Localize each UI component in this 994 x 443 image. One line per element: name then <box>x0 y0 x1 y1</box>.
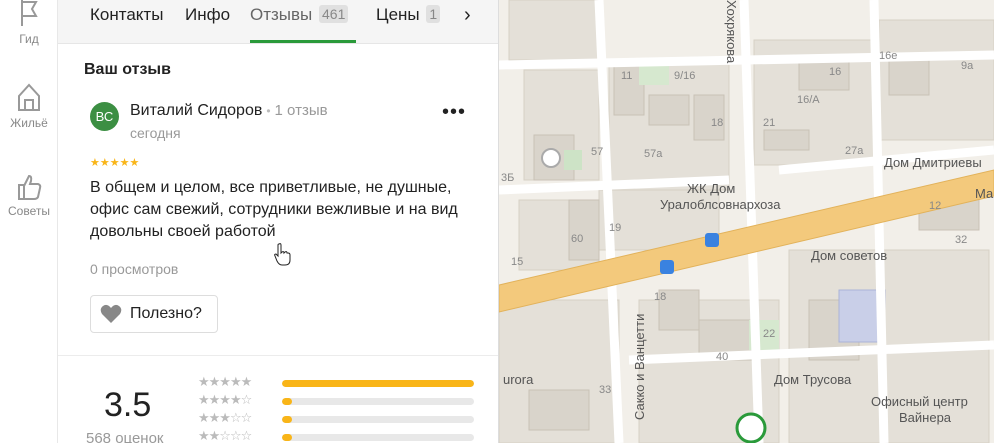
house-number: 16 <box>829 66 842 78</box>
separator-dot: • <box>266 104 271 118</box>
map-label-building: urora <box>503 372 534 387</box>
bank-icon <box>735 412 767 443</box>
distribution-stars: ★★★★☆ <box>198 392 252 407</box>
house-number: 57a <box>644 148 663 160</box>
house-number: 18 <box>654 291 667 303</box>
house-number: 11 <box>621 70 633 82</box>
useful-button[interactable]: Полезно? <box>90 295 218 333</box>
house-number: 60 <box>571 233 584 245</box>
views-count: 0 просмотров <box>90 261 179 277</box>
tab-prices[interactable]: Цены 1 <box>376 5 441 25</box>
house-number: 40 <box>716 351 729 363</box>
house-number: 32 <box>955 234 968 246</box>
tab-info[interactable]: Инфо <box>185 5 230 25</box>
house-number: 19 <box>609 222 622 234</box>
map-label-street: Сакко и Ванцетти <box>632 313 647 420</box>
map-label-building: Дом Дмитриевы <box>884 155 982 170</box>
tab-prices-label: Цены <box>376 5 420 24</box>
avatar[interactable]: ВС <box>90 102 119 131</box>
distribution-stars: ★★☆☆☆ <box>198 428 252 443</box>
more-options-button[interactable]: ••• <box>442 102 466 122</box>
map[interactable]: Хохрякова ЖК Дом Уралоблсовнархоза Дом с… <box>499 0 994 443</box>
flag-icon <box>21 0 38 26</box>
rating-value: 3.5 <box>104 386 152 424</box>
divider <box>58 355 498 356</box>
rating-distribution-row: ★★★☆☆ <box>198 410 498 427</box>
bus-stop-icon <box>660 260 674 274</box>
house-number: 57 <box>591 146 604 158</box>
map-label-street: Ма <box>975 186 994 201</box>
review-date: сегодня <box>130 125 181 141</box>
rating-distribution-row: ★★★★★ <box>198 374 498 391</box>
map-label-building: Уралоблсовнархоза <box>660 197 781 212</box>
map-label-building: Офисный центр <box>871 394 968 409</box>
distribution-bar <box>282 416 474 423</box>
tab-reviews-count: 461 <box>319 5 349 23</box>
house-number: 22 <box>763 328 776 340</box>
house-number: 33 <box>599 384 612 396</box>
house-number: 16e <box>879 50 898 62</box>
tabs-next-chevron-icon[interactable]: › <box>464 4 471 27</box>
tab-reviews-label: Отзывы <box>250 5 313 24</box>
rating-count: 568 оценок <box>86 430 164 443</box>
distribution-bar-fill <box>282 398 292 405</box>
bus-stop-icon <box>705 233 719 247</box>
rail-item-guide[interactable]: Гид <box>0 0 58 46</box>
house-number: 21 <box>763 117 776 129</box>
rating-distribution-row: ★★☆☆☆ <box>198 428 498 443</box>
map-label-zhk: ЖК Дом <box>687 181 736 196</box>
thumbs-up-icon <box>18 174 42 200</box>
map-label-building: Дом Трусова <box>774 372 852 387</box>
tab-bar: Контакты Инфо Отзывы 461 Цены 1 › <box>58 0 498 44</box>
map-label-street: Хохрякова <box>724 0 739 64</box>
review-stars: ★★★★★ <box>90 157 140 169</box>
house-number: 18 <box>711 117 724 129</box>
house-icon <box>18 83 40 111</box>
map-label-building: Вайнера <box>899 410 952 425</box>
distribution-stars: ★★★★★ <box>198 374 252 389</box>
useful-label: Полезно? <box>130 305 202 322</box>
tab-reviews[interactable]: Отзывы 461 <box>250 5 349 25</box>
active-tab-indicator <box>250 40 356 43</box>
rail-item-tips[interactable]: Советы <box>0 172 58 218</box>
review-author: Виталий Сидоров • 1 отзыв <box>130 102 328 120</box>
distribution-bar-fill <box>282 434 292 441</box>
heart-icon <box>100 304 122 323</box>
author-name[interactable]: Виталий Сидоров <box>130 102 262 119</box>
distribution-bar-fill <box>282 380 474 387</box>
house-number: 12 <box>929 200 942 212</box>
place-panel: Контакты Инфо Отзывы 461 Цены 1 › Ваш от… <box>58 0 499 443</box>
distribution-bar <box>282 380 474 387</box>
rail-item-housing[interactable]: Жильё <box>0 80 58 130</box>
rail-item-label: Советы <box>8 204 50 218</box>
left-rail: Гид Жильё Советы <box>0 0 58 443</box>
rating-distribution-row: ★★★★☆ <box>198 392 498 409</box>
tab-contacts[interactable]: Контакты <box>90 5 163 25</box>
house-number: 9a <box>961 60 974 72</box>
review-text: В общем и целом, все приветливые, не душ… <box>90 179 458 240</box>
map-label-building: Дом советов <box>811 248 888 263</box>
house-number: 27a <box>845 145 864 157</box>
rail-item-label: Жильё <box>10 116 48 130</box>
section-title: Ваш отзыв <box>84 61 171 78</box>
distribution-bar-fill <box>282 416 292 423</box>
hand-cursor-icon <box>274 243 291 266</box>
house-number: 3Б <box>501 172 515 184</box>
house-number: 9/16 <box>674 70 696 82</box>
distribution-stars: ★★★☆☆ <box>198 410 252 425</box>
author-review-count: 1 отзыв <box>274 102 328 119</box>
distribution-bar <box>282 398 474 405</box>
distribution-bar <box>282 434 474 441</box>
rail-item-label: Гид <box>19 32 39 46</box>
tab-prices-count: 1 <box>426 5 441 23</box>
house-number: 16/A <box>797 94 820 106</box>
map-canvas <box>499 0 994 443</box>
house-number: 15 <box>511 256 524 268</box>
